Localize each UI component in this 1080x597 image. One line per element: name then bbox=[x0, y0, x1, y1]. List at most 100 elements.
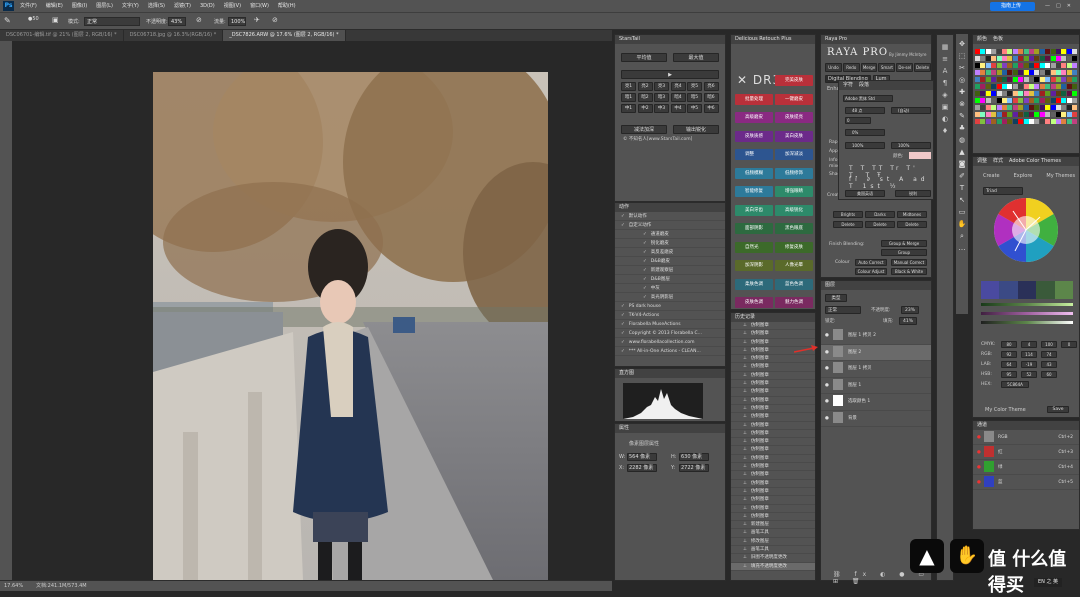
tracking-input[interactable]: 0 bbox=[845, 117, 871, 124]
color-swatch[interactable] bbox=[985, 70, 991, 75]
color-swatch[interactable] bbox=[1002, 77, 1007, 82]
color-swatch[interactable] bbox=[985, 49, 991, 54]
menu-item[interactable]: 文件(F) bbox=[20, 0, 37, 12]
color-swatch[interactable] bbox=[1056, 49, 1061, 54]
color-swatch[interactable] bbox=[1029, 91, 1034, 96]
dr3-button[interactable]: 一键磨皮 bbox=[775, 93, 813, 105]
color-swatch[interactable] bbox=[1012, 91, 1018, 96]
color-swatch[interactable] bbox=[996, 105, 1002, 110]
readout-value[interactable]: 5C864A bbox=[1001, 380, 1029, 388]
vertical-scale-input[interactable]: 100% bbox=[845, 142, 885, 149]
color-swatch[interactable] bbox=[1007, 105, 1013, 110]
color-swatch[interactable] bbox=[1072, 49, 1078, 54]
color-swatch[interactable] bbox=[1018, 84, 1024, 89]
color-swatch[interactable] bbox=[980, 98, 986, 103]
zoom-readout[interactable]: 17.64% bbox=[4, 581, 23, 591]
history-item[interactable]: ⊥ 修改图层 bbox=[731, 538, 815, 547]
color-swatch[interactable] bbox=[1045, 84, 1051, 89]
language-select[interactable]: 美国英语 bbox=[845, 190, 885, 197]
action-check-icon[interactable]: ✓ bbox=[643, 286, 647, 291]
history-item[interactable]: ⊥ 仿制图章 bbox=[731, 480, 815, 488]
font-family-select[interactable]: Adobe 黑体 Std bbox=[843, 95, 893, 102]
visibility-eye-icon[interactable]: ● bbox=[825, 333, 829, 338]
document-tab[interactable]: _DSC7826.ARW @ 17.6% (图层 2, RGB/16) * bbox=[223, 30, 346, 41]
action-check-icon[interactable]: ✓ bbox=[621, 304, 625, 309]
action-item[interactable]: ✓ www.florabellacollection.com bbox=[615, 338, 725, 347]
kerning-input[interactable]: 0% bbox=[845, 129, 885, 136]
color-swatch[interactable] bbox=[1018, 105, 1024, 110]
history-item[interactable]: ⊥ 仿制图章 bbox=[731, 372, 815, 381]
star-darks-button[interactable]: 暗6 bbox=[703, 93, 719, 102]
color-swatch[interactable] bbox=[1061, 63, 1067, 68]
color-swatch[interactable] bbox=[975, 112, 980, 117]
color-swatch[interactable] bbox=[1066, 91, 1072, 96]
color-swatch[interactable] bbox=[985, 84, 991, 89]
color-swatch[interactable] bbox=[975, 105, 980, 110]
color-swatch[interactable] bbox=[1066, 119, 1072, 124]
layer-row[interactable]: ● 图层 1 拷贝 bbox=[821, 361, 931, 378]
color-swatch[interactable] bbox=[1050, 84, 1056, 89]
color-swatch[interactable] bbox=[1050, 63, 1056, 68]
layer-row[interactable]: ● 背景 bbox=[821, 411, 931, 427]
text-color-swatch[interactable] bbox=[909, 152, 931, 159]
color-swatch[interactable] bbox=[985, 63, 991, 68]
history-item[interactable]: ⊥ 仿制图章 bbox=[731, 505, 815, 513]
color-swatch[interactable] bbox=[1045, 63, 1051, 68]
action-item[interactable]: ✓ *** All-in-One Actions - CLEAN... bbox=[615, 347, 725, 356]
color-swatch[interactable] bbox=[1023, 112, 1029, 117]
black-white-button[interactable]: Black & White bbox=[891, 268, 927, 275]
color-swatch[interactable] bbox=[980, 119, 986, 124]
color-swatch[interactable] bbox=[1023, 70, 1029, 75]
color-swatch[interactable] bbox=[1039, 84, 1045, 89]
star-brights-button[interactable]: 亮4 bbox=[670, 82, 686, 91]
color-swatch[interactable] bbox=[996, 77, 1002, 82]
readout-value[interactable]: 43 bbox=[1041, 360, 1057, 368]
dr3-button[interactable]: 调整 bbox=[735, 149, 773, 160]
color-swatch[interactable] bbox=[991, 63, 997, 68]
layer-row[interactable]: ● 图层 1 bbox=[821, 378, 931, 394]
action-item[interactable]: ✓ 高反差磨皮 bbox=[615, 248, 725, 257]
color-swatch[interactable] bbox=[1023, 77, 1029, 82]
readout-value[interactable]: 74 bbox=[1041, 350, 1057, 358]
history-item[interactable]: ⊥ 仿制图章 bbox=[731, 471, 815, 480]
color-swatch[interactable] bbox=[1018, 63, 1024, 68]
output-sharpen-button[interactable]: 输出锐化 bbox=[673, 125, 719, 134]
color-swatch[interactable] bbox=[1034, 119, 1040, 124]
brush-preset-picker[interactable]: ●50 bbox=[28, 16, 42, 27]
color-swatch[interactable] bbox=[1023, 119, 1029, 124]
action-item[interactable]: ✓ 锐化磨皮 bbox=[615, 239, 725, 248]
readout-value[interactable]: 52 bbox=[1021, 370, 1037, 378]
tool-icons[interactable]: ✥ ⬚ ✂ ◎ ✚ ⊗ ✎ ♣ ◍ ▲ ◙ ✐ T ↖ ▭ ✋ ⌕… bbox=[956, 34, 968, 254]
color-swatch[interactable] bbox=[996, 70, 1002, 75]
color-swatch[interactable] bbox=[1056, 56, 1061, 61]
color-swatch[interactable] bbox=[1056, 119, 1061, 124]
manual-correct-button[interactable]: Manual Correct bbox=[891, 259, 927, 266]
raya-top-button[interactable]: De-sel bbox=[896, 63, 914, 72]
readout-value[interactable]: 0 bbox=[1061, 340, 1077, 348]
color-swatch[interactable] bbox=[1002, 70, 1007, 75]
color-swatch[interactable] bbox=[1039, 119, 1045, 124]
color-swatch[interactable] bbox=[1039, 63, 1045, 68]
visibility-eye-icon[interactable]: ● bbox=[825, 366, 829, 371]
readout-value[interactable]: 4 bbox=[1021, 340, 1037, 348]
color-swatch[interactable] bbox=[1012, 49, 1018, 54]
dr3-button[interactable]: 批量处理 bbox=[735, 93, 773, 105]
color-swatch[interactable] bbox=[985, 77, 991, 82]
color-wheel[interactable] bbox=[993, 197, 1059, 263]
history-item[interactable]: ⊥ 填充不透明度更改 bbox=[731, 562, 815, 571]
color-swatch[interactable] bbox=[1061, 84, 1067, 89]
color-swatch[interactable] bbox=[1023, 98, 1029, 103]
color-swatch[interactable] bbox=[1072, 70, 1078, 75]
color-swatch[interactable] bbox=[991, 105, 997, 110]
color-swatch[interactable] bbox=[1034, 98, 1040, 103]
color-swatch[interactable] bbox=[1007, 77, 1013, 82]
color-swatch[interactable] bbox=[1034, 112, 1040, 117]
colour-adjust-button[interactable]: Colour Adjust bbox=[855, 268, 887, 275]
color-swatch[interactable] bbox=[1029, 112, 1034, 117]
dr3-button[interactable]: 皮肤色调 bbox=[735, 297, 773, 308]
color-swatch[interactable] bbox=[1002, 119, 1007, 124]
dr3-button[interactable]: 低频模糊 bbox=[735, 167, 773, 179]
visibility-eye-icon[interactable]: ● bbox=[825, 416, 829, 421]
action-item[interactable]: ✓ Florabella MuseActions bbox=[615, 320, 725, 329]
color-swatch[interactable] bbox=[1012, 77, 1018, 82]
